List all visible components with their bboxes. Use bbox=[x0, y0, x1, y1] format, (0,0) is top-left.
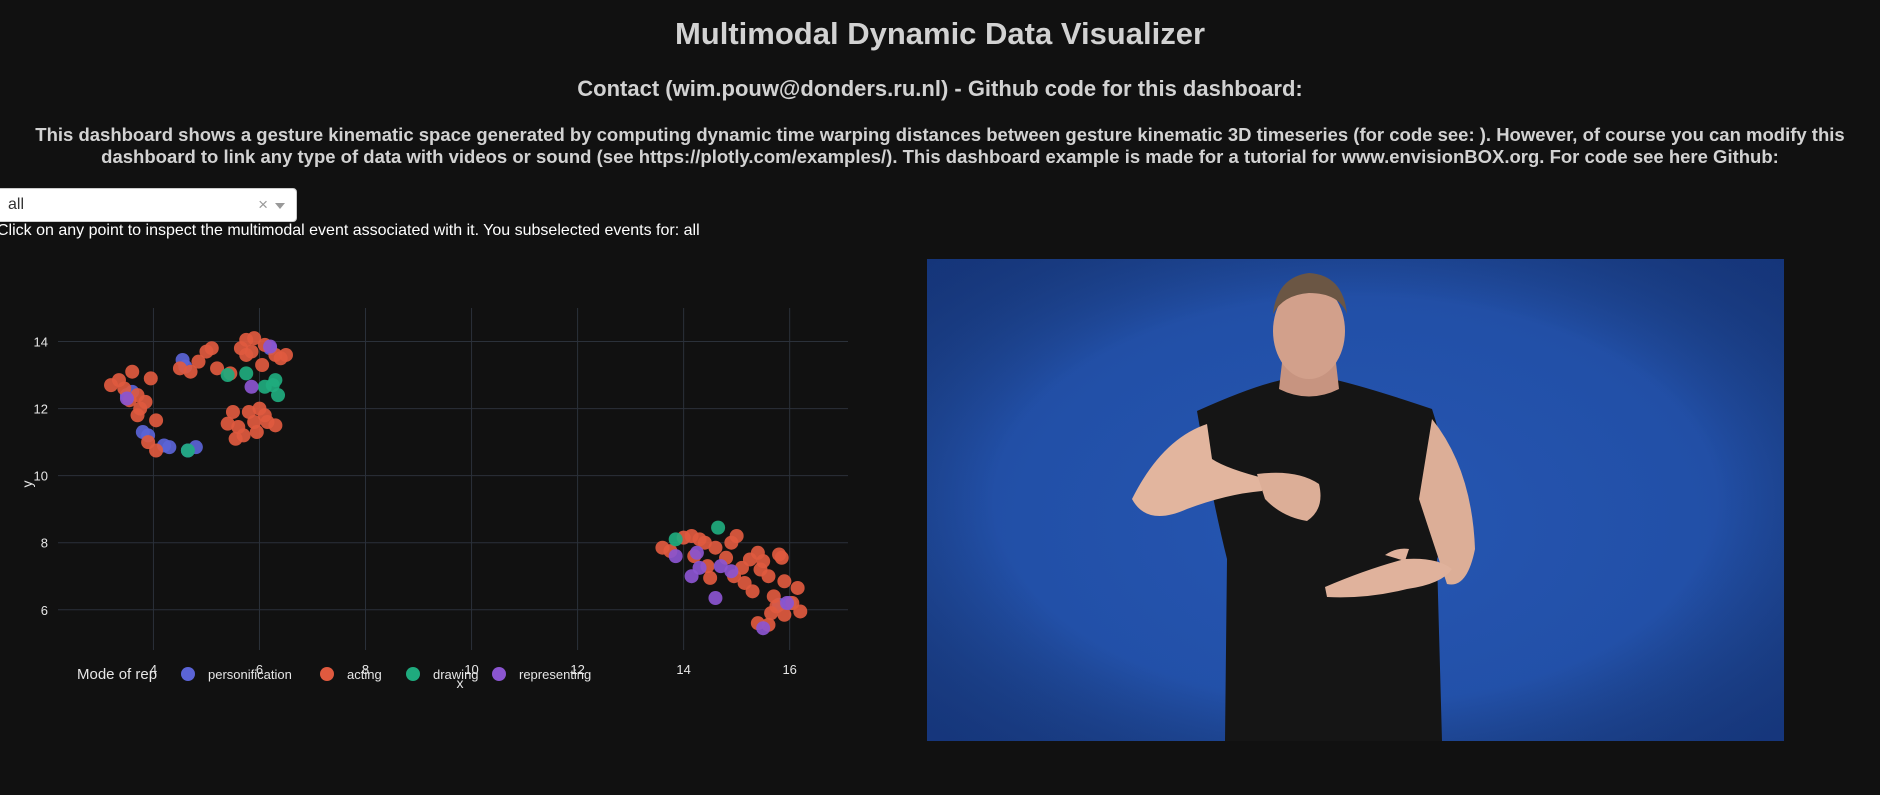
data-point-personification[interactable] bbox=[162, 440, 177, 455]
data-point-drawing[interactable] bbox=[239, 366, 254, 381]
data-point-acting[interactable] bbox=[745, 584, 760, 599]
y-tick-label: 8 bbox=[41, 536, 48, 551]
legend-marker bbox=[406, 667, 420, 681]
legend-marker bbox=[181, 667, 195, 681]
y-axis-label: y bbox=[19, 481, 35, 488]
video-frame-image bbox=[927, 259, 1784, 741]
data-point-acting[interactable] bbox=[793, 604, 808, 619]
data-point-representing[interactable] bbox=[708, 591, 723, 606]
x-tick-label: 16 bbox=[782, 662, 796, 677]
data-point-representing[interactable] bbox=[780, 596, 795, 611]
data-point-acting[interactable] bbox=[130, 408, 145, 423]
data-point-representing[interactable] bbox=[689, 545, 704, 560]
data-point-acting[interactable] bbox=[777, 574, 792, 589]
data-point-drawing[interactable] bbox=[668, 532, 683, 547]
x-tick-label: 14 bbox=[676, 662, 690, 677]
data-point-acting[interactable] bbox=[278, 347, 293, 362]
legend-marker bbox=[492, 667, 506, 681]
data-point-drawing[interactable] bbox=[271, 388, 286, 403]
subselection-dropdown[interactable]: all × bbox=[0, 188, 297, 222]
data-point-acting[interactable] bbox=[790, 580, 805, 595]
y-tick-label: 12 bbox=[34, 402, 48, 417]
dropdown-selected-value: all bbox=[8, 196, 25, 213]
data-point-acting[interactable] bbox=[249, 425, 264, 440]
data-point-representing[interactable] bbox=[119, 391, 134, 406]
data-point-acting[interactable] bbox=[774, 550, 789, 565]
data-point-acting[interactable] bbox=[143, 371, 158, 386]
data-point-acting[interactable] bbox=[268, 418, 283, 433]
page-title: Multimodal Dynamic Data Visualizer bbox=[674, 16, 1206, 51]
legend-label: representing bbox=[519, 667, 591, 682]
video-player[interactable] bbox=[927, 259, 1784, 741]
legend-item-representing[interactable]: representing bbox=[492, 667, 591, 682]
data-point-acting[interactable] bbox=[225, 404, 240, 419]
legend-label: personification bbox=[208, 667, 292, 682]
data-point-drawing[interactable] bbox=[220, 368, 235, 383]
data-point-representing[interactable] bbox=[756, 621, 771, 636]
data-point-acting[interactable] bbox=[777, 607, 792, 622]
y-tick-label: 10 bbox=[34, 469, 48, 484]
data-point-drawing[interactable] bbox=[268, 373, 283, 388]
data-point-acting[interactable] bbox=[138, 394, 153, 409]
legend[interactable]: Mode of rep personification acting drawing… bbox=[77, 666, 591, 683]
data-point-acting[interactable] bbox=[708, 540, 723, 555]
y-tick-label: 6 bbox=[41, 603, 48, 618]
data-point-drawing[interactable] bbox=[711, 520, 726, 535]
data-point-representing[interactable] bbox=[692, 560, 707, 575]
data-point-acting[interactable] bbox=[244, 344, 259, 359]
data-point-acting[interactable] bbox=[756, 554, 771, 569]
plot-points[interactable] bbox=[104, 331, 808, 636]
legend-marker bbox=[320, 667, 334, 681]
data-point-acting[interactable] bbox=[204, 341, 219, 356]
data-point-representing[interactable] bbox=[263, 339, 278, 354]
dashboard-description: This dashboard shows a gesture kinematic… bbox=[35, 124, 1845, 167]
legend-item-personification[interactable]: personification bbox=[181, 667, 292, 682]
data-point-representing[interactable] bbox=[244, 379, 259, 394]
legend-title: Mode of rep bbox=[77, 666, 157, 683]
y-tick-label: 14 bbox=[34, 335, 48, 350]
data-point-acting[interactable] bbox=[125, 364, 140, 379]
data-point-acting[interactable] bbox=[761, 569, 776, 584]
legend-label: acting bbox=[347, 667, 382, 682]
legend-item-drawing[interactable]: drawing bbox=[406, 667, 479, 682]
data-point-representing[interactable] bbox=[724, 564, 739, 579]
contact-subtitle: Contact (wim.pouw@donders.ru.nl) - Githu… bbox=[577, 76, 1303, 101]
data-point-representing[interactable] bbox=[668, 549, 683, 564]
legend-item-acting[interactable]: acting bbox=[320, 667, 382, 682]
data-point-acting[interactable] bbox=[255, 358, 270, 372]
data-point-drawing[interactable] bbox=[180, 443, 195, 458]
instruction-text: Click on any point to inspect the multim… bbox=[0, 222, 700, 239]
scatter-plot[interactable]: 4 6 8 10 12 14 1668101214 x y Mode of rep pers… bbox=[0, 250, 880, 700]
chevron-down-icon[interactable] bbox=[275, 203, 285, 209]
axis-ticks: 4 6 8 10 12 14 1668101214 bbox=[34, 335, 797, 677]
legend-label: drawing bbox=[433, 667, 479, 682]
data-point-acting[interactable] bbox=[729, 529, 744, 543]
data-point-acting[interactable] bbox=[149, 413, 164, 428]
data-point-acting[interactable] bbox=[703, 570, 718, 585]
data-point-acting[interactable] bbox=[236, 428, 251, 443]
clear-icon[interactable]: × bbox=[258, 195, 268, 215]
data-point-acting[interactable] bbox=[149, 443, 164, 458]
